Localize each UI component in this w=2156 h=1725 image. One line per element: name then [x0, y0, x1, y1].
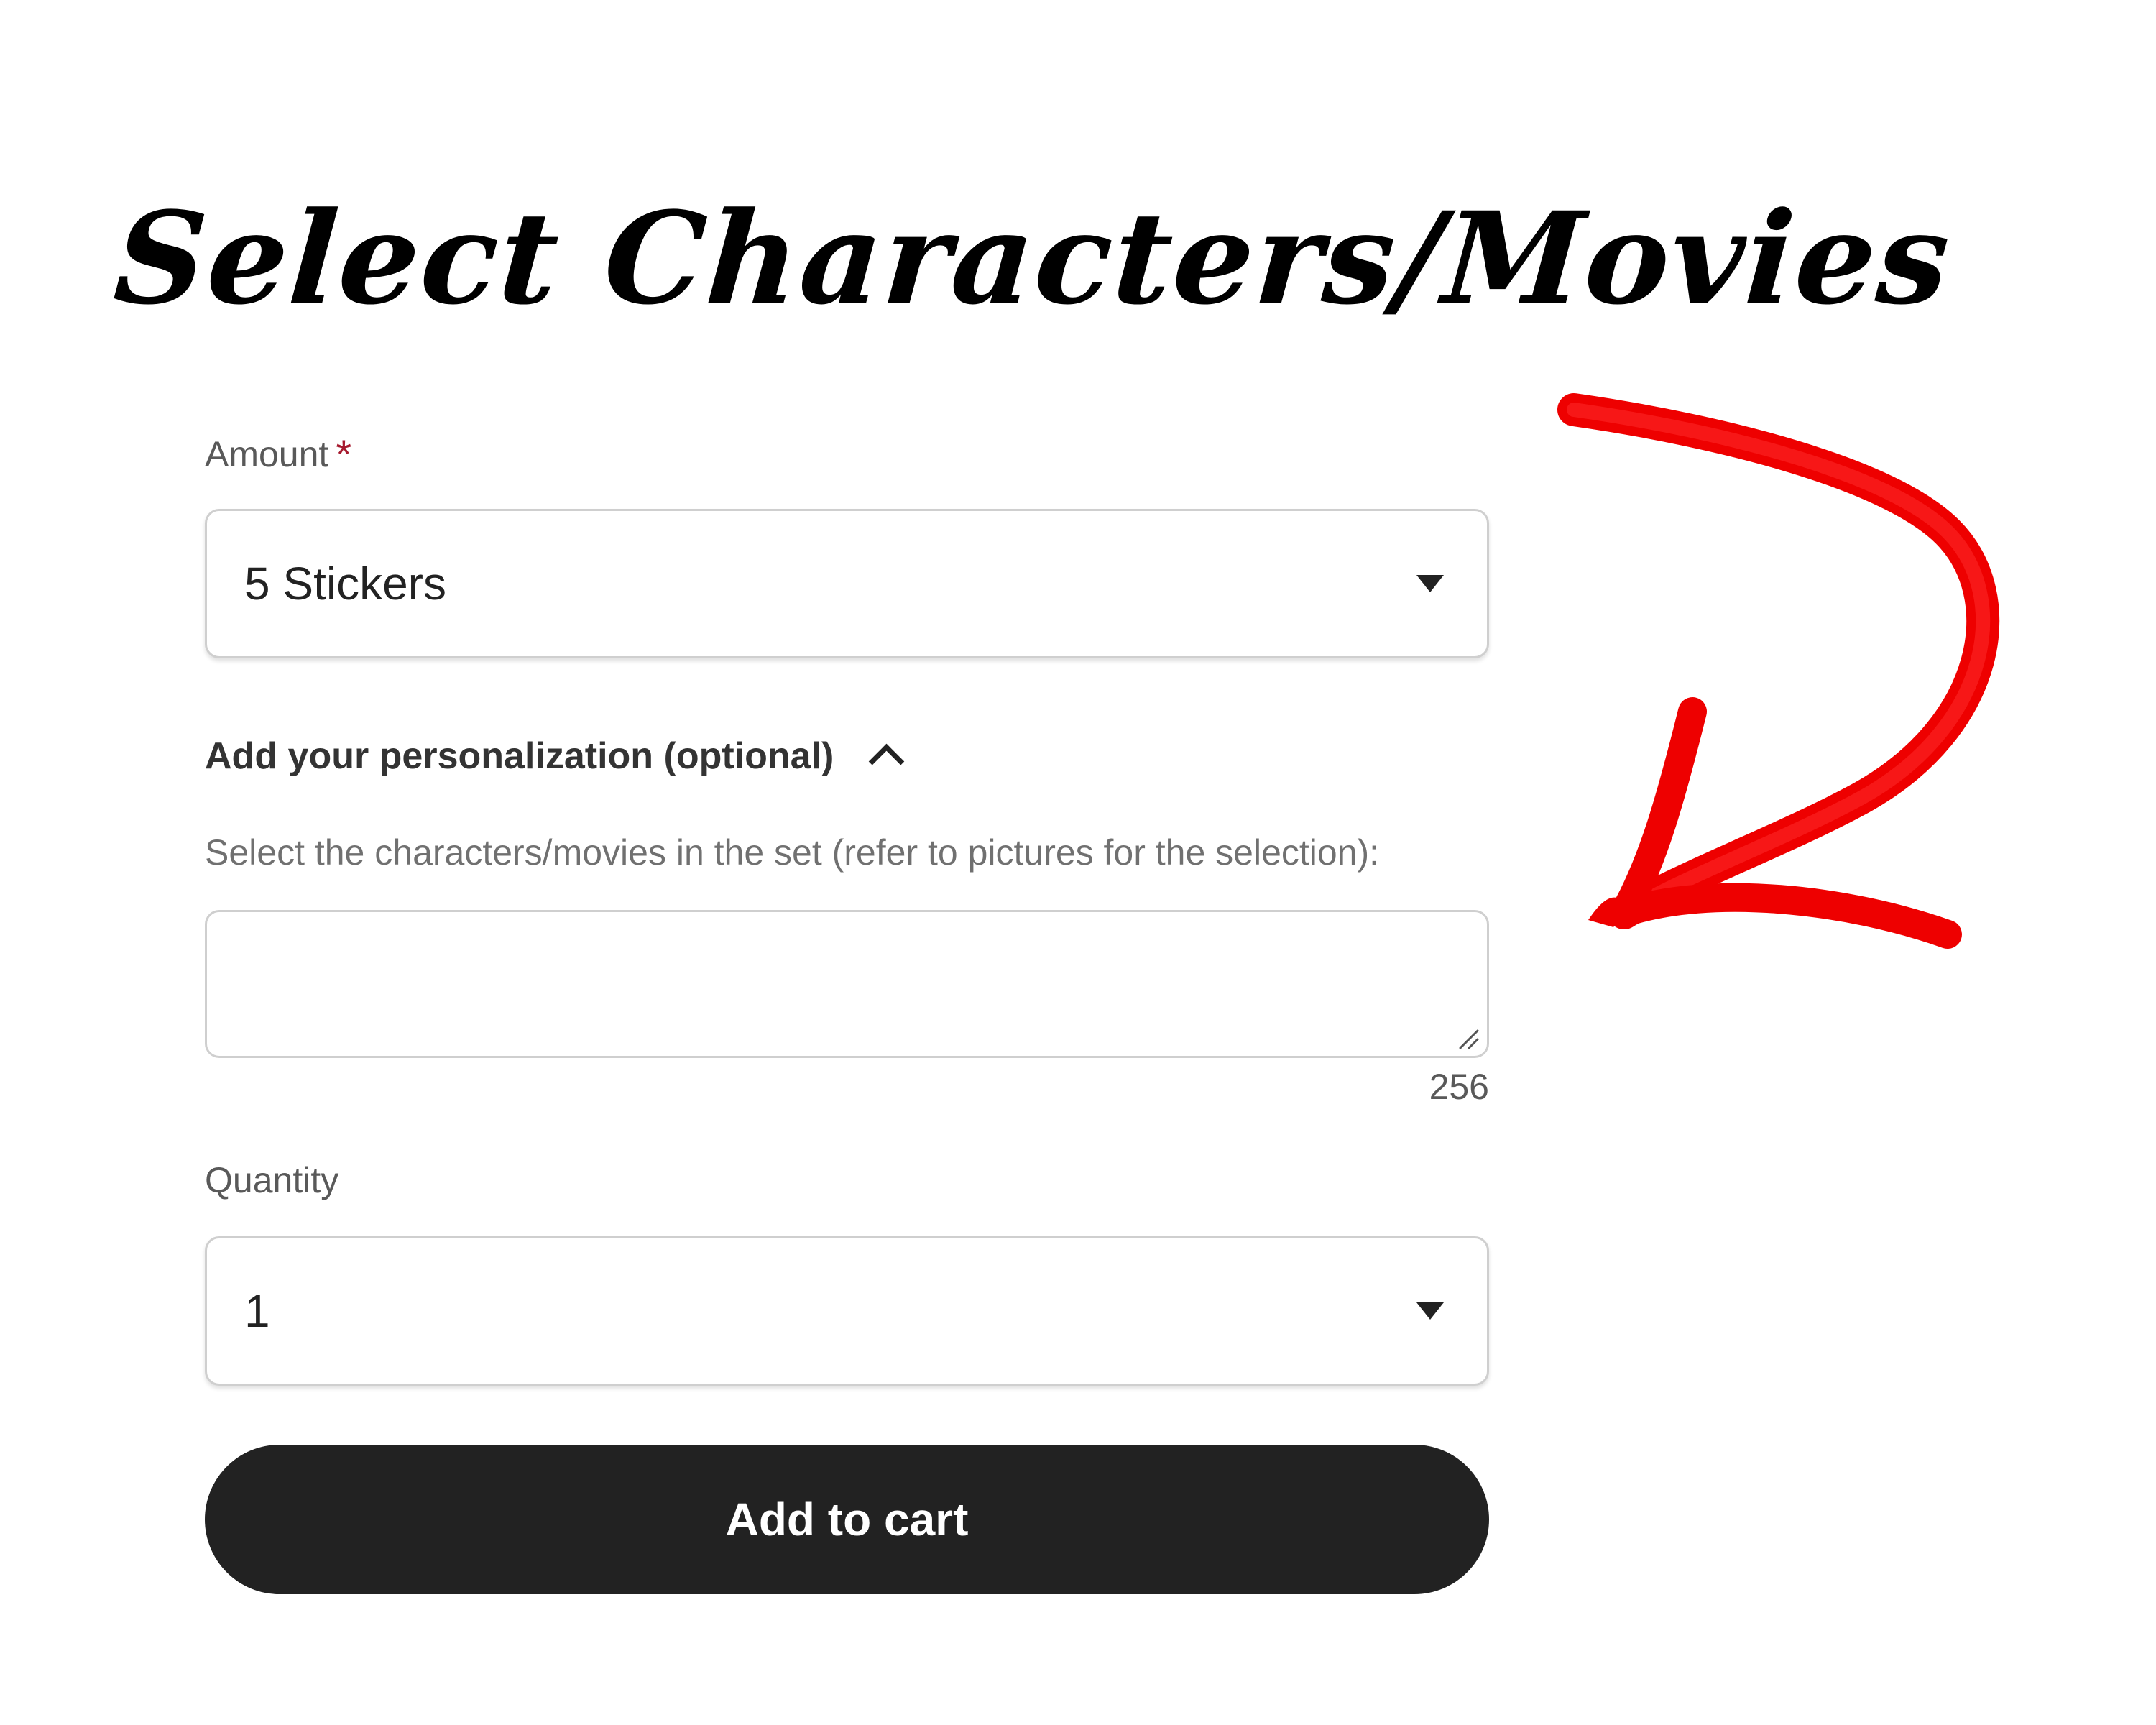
headline-title: Select Characters/Movies [109, 184, 1955, 333]
hand-drawn-arrow-icon [1557, 393, 2000, 949]
quantity-selected-value: 1 [244, 1285, 270, 1337]
required-marker: * [336, 431, 352, 477]
amount-field-label: Amount * [205, 431, 1489, 477]
personalization-toggle-label: Add your personalization (optional) [205, 735, 834, 777]
personalization-toggle[interactable]: Add your personalization (optional) [205, 733, 1489, 779]
caret-down-icon [1416, 1302, 1444, 1320]
quantity-select[interactable]: 1 [205, 1236, 1489, 1386]
product-options-form: Amount * 5 Stickers Add your personaliza… [205, 431, 1489, 1594]
personalization-field-wrapper [205, 910, 1489, 1058]
chevron-up-icon [869, 743, 905, 779]
personalization-textarea[interactable] [205, 910, 1489, 1058]
quantity-label: Quantity [205, 1160, 339, 1200]
personalization-instructions: Select the characters/movies in the set … [205, 832, 1380, 873]
resize-handle-icon[interactable] [1456, 1026, 1480, 1051]
amount-selected-value: 5 Stickers [244, 558, 446, 610]
amount-label: Amount [205, 434, 329, 474]
caret-down-icon [1416, 575, 1444, 592]
amount-select[interactable]: 5 Stickers [205, 509, 1489, 658]
add-to-cart-button[interactable]: Add to cart [205, 1445, 1489, 1594]
character-counter: 256 [1429, 1067, 1489, 1107]
